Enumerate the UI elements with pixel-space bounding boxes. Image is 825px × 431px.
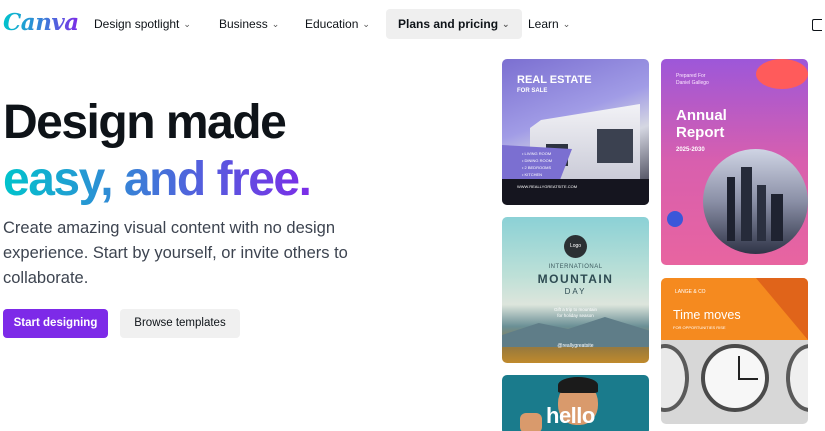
time-moves-brand: LANGE & CO [675,289,706,295]
person-hand [520,413,542,431]
mountain-line3: DAY [564,287,587,296]
canva-logo[interactable]: Canva [3,9,79,36]
feature-item: • KITCHEN [522,172,543,177]
real-estate-footer: WWW.REALLYGREATSITE.COM [517,184,578,189]
real-estate-title: REAL ESTATE [517,74,592,86]
real-estate-template-card[interactable]: REAL ESTATE FOR SALE • LIVING ROOM • DIN… [502,59,649,205]
chevron-down-icon: ⌄ [271,19,280,29]
cropped-icon[interactable] [812,19,822,31]
time-moves-subtitle: FOR OPPORTUNITIES RISE [673,325,726,330]
prepared-for-label: Prepared For [676,73,706,79]
hello-template-card[interactable]: hello [502,375,649,431]
annual-report-title-line1: Annual [676,107,727,124]
city-circle-image [703,149,808,254]
prepared-for-name: Daniel Gallego [676,80,709,86]
clock-hand [738,356,740,380]
time-moves-title: Time moves [673,308,741,322]
chevron-down-icon: ⌄ [183,19,191,29]
top-navigation: Canva Design spotlight ⌄ Business ⌄ Educat… [0,0,825,48]
real-estate-subtitle: FOR SALE [517,88,548,94]
clock-icon [661,344,689,412]
hero-heading-line2: easy, and free. [3,152,316,207]
time-moves-template-card[interactable]: LANGE & CO Time moves FOR OPPORTUNITIES … [661,278,808,424]
chevron-down-icon: ⌄ [562,19,571,29]
nav-plans-and-pricing-label: Plans and pricing [398,17,499,31]
person-hair [558,377,598,393]
nav-design-spotlight-label: Design spotlight [94,17,180,31]
clock-icon [701,344,769,412]
nav-education-label: Education [305,17,359,31]
hero-heading-line1: Design made [3,96,287,149]
nav-learn-label: Learn [528,17,559,31]
feature-item: • 2 BEDROOMS [522,165,552,170]
mountain-line2: MOUNTAIN [537,272,614,286]
nav-design-spotlight[interactable]: Design spotlight ⌄ [82,9,203,39]
annual-report-title: Annual Report [676,107,727,141]
hello-text: hello [546,403,595,428]
real-estate-features: • LIVING ROOM • DINING ROOM • 2 BEDROOMS… [522,150,552,178]
mountain-day-template-card[interactable]: Logo INTERNATIONAL MOUNTAIN DAY Gift a t… [502,217,649,363]
start-designing-button[interactable]: Start designing [3,309,108,338]
annual-report-prepared-for: Prepared For Daniel Gallego [676,73,709,87]
feature-item: • LIVING ROOM [522,151,552,156]
annual-report-title-line2: Report [676,124,725,141]
chevron-down-icon: ⌄ [502,19,510,29]
building [741,167,752,241]
annual-report-template-card[interactable]: Prepared For Daniel Gallego Annual Repor… [661,59,808,265]
building [727,177,735,241]
building [771,194,783,241]
annual-report-years: 2025-2030 [676,147,705,153]
nav-plans-and-pricing[interactable]: Plans and pricing ⌄ [386,9,522,39]
logo-badge: Logo [564,235,587,258]
mountain-line1: INTERNATIONAL [548,264,603,270]
browse-templates-button[interactable]: Browse templates [120,309,240,338]
hero-subtitle: Create amazing visual content with no de… [3,219,348,287]
gift-line: for holiday season [557,313,594,318]
nav-learn[interactable]: Learn ⌄ [516,9,582,39]
nav-education[interactable]: Education ⌄ [293,9,382,39]
house-window [597,129,633,163]
clock-icon [786,344,808,412]
nav-business-label: Business [219,17,268,31]
mountain-handle: @reallygreatsite [557,343,594,349]
dark-base [502,179,649,205]
chevron-down-icon: ⌄ [362,19,370,29]
nav-business[interactable]: Business ⌄ [207,9,291,39]
feature-item: • DINING ROOM [522,158,553,163]
mountain-gift-text: Gift a trip to mountain for holiday seas… [502,307,649,319]
blue-dot [667,211,683,227]
coral-blob [756,59,808,89]
building [757,185,766,241]
clock-hand [738,378,758,380]
